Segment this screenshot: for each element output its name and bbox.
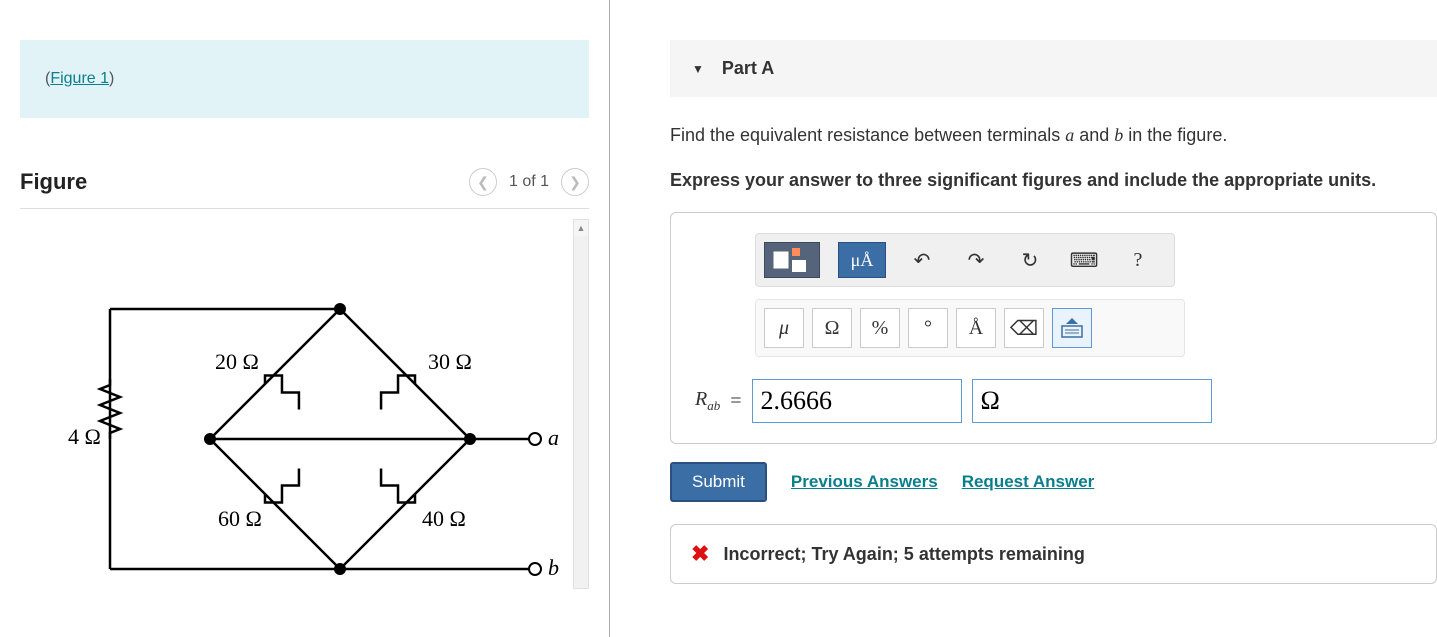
template-icon [772,248,812,272]
left-panel: (Figure 1) Figure ❮ 1 of 1 ❯ ▲ [0,0,610,637]
equation-toolbar: μÅ ↶ ↷ ↻ ⌨ ? [755,233,1175,287]
figure-link[interactable]: Figure 1 [50,70,109,87]
template-button[interactable] [764,242,820,278]
pager-prev-button[interactable]: ❮ [469,168,497,196]
figure-pager: ❮ 1 of 1 ❯ [469,168,589,196]
resistor-topright-label: 30 Ω [428,349,472,374]
backspace-icon: ⌫ [1010,316,1038,341]
resistor-topleft-label: 20 Ω [215,349,259,374]
incorrect-icon: ✖ [691,541,709,567]
help-button[interactable]: ? [1120,242,1156,278]
answer-row: Rab = [695,379,1412,423]
terminal-b-label: b [548,555,559,579]
answer-value-input[interactable] [752,379,962,423]
figure-viewport: ▲ [20,219,589,589]
answer-box: μÅ ↶ ↷ ↻ ⌨ ? μ Ω % ° Å ⌫ [670,212,1437,444]
answer-instruction: Express your answer to three significant… [670,167,1437,194]
symbol-angstrom-button[interactable]: Å [956,308,996,348]
resistor-left-label: 4 Ω [68,424,101,449]
reset-button[interactable]: ↻ [1012,242,1048,278]
previous-answers-link[interactable]: Previous Answers [791,472,938,492]
undo-button[interactable]: ↶ [904,242,940,278]
collapse-caret-icon: ▼ [692,62,704,76]
request-answer-link[interactable]: Request Answer [962,472,1095,492]
symbol-percent-button[interactable]: % [860,308,900,348]
pager-next-button[interactable]: ❯ [561,168,589,196]
figure-reference-box: (Figure 1) [20,40,589,118]
scroll-up-icon[interactable]: ▲ [574,220,588,236]
keyboard-button[interactable]: ⌨ [1066,242,1102,278]
equals-sign: = [730,390,741,413]
right-panel: ▼ Part A Find the equivalent resistance … [610,0,1437,637]
symbol-toolbar: μ Ω % ° Å ⌫ [755,299,1185,357]
keyboard-icon: ⌨ [1070,248,1099,273]
feedback-text: Incorrect; Try Again; 5 attempts remaini… [723,544,1084,565]
circuit-diagram: 4 Ω 20 Ω 30 Ω 60 Ω 40 Ω a b [40,269,560,579]
figure-header: Figure ❮ 1 of 1 ❯ [20,168,589,209]
feedback-box: ✖ Incorrect; Try Again; 5 attempts remai… [670,524,1437,584]
pager-label: 1 of 1 [509,173,549,191]
reset-icon: ↻ [1022,248,1039,273]
resistor-bottomright-label: 40 Ω [422,506,466,531]
figure-scrollbar[interactable]: ▲ [573,219,589,589]
answer-variable-label: Rab [695,388,720,414]
symbol-mu-button[interactable]: μ [764,308,804,348]
units-button[interactable]: μÅ [838,242,886,278]
figure-title: Figure [20,169,87,195]
keyboard-small-icon [1060,318,1084,338]
backspace-button[interactable]: ⌫ [1004,308,1044,348]
undo-icon: ↶ [914,248,931,273]
part-title: Part A [722,58,774,79]
terminal-a-label: a [548,425,559,450]
redo-button[interactable]: ↷ [958,242,994,278]
action-row: Submit Previous Answers Request Answer [670,462,1437,502]
resistor-bottomleft-label: 60 Ω [218,506,262,531]
submit-button[interactable]: Submit [670,462,767,502]
redo-icon: ↷ [968,248,985,273]
answer-unit-input[interactable] [972,379,1212,423]
part-header[interactable]: ▼ Part A [670,40,1437,97]
question-prompt: Find the equivalent resistance between t… [670,122,1437,149]
symbol-ohm-button[interactable]: Ω [812,308,852,348]
symbol-degree-button[interactable]: ° [908,308,948,348]
keyboard-small-button[interactable] [1052,308,1092,348]
